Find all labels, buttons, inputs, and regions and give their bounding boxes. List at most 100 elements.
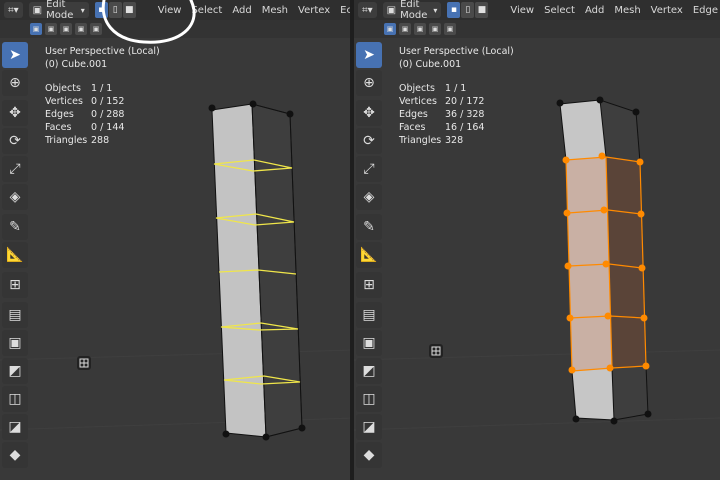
annotate-icon[interactable]: ✎ — [356, 214, 382, 240]
stat-row: Edges 36 / 328 — [399, 109, 485, 120]
mode-icon: ▣ — [32, 4, 43, 16]
face-select-icon[interactable]: ■ — [122, 2, 136, 18]
mesh-front-face-bottom — [572, 368, 614, 420]
stat-row: Triangles 288 — [45, 135, 110, 146]
select-mode-group: ▪ ▯ ■ — [447, 2, 489, 18]
select-invert-icon[interactable]: ▣ — [429, 23, 441, 35]
select-invert-icon[interactable]: ▣ — [75, 23, 87, 35]
rotate-icon[interactable]: ⟳ — [2, 128, 28, 154]
transform-icon[interactable]: ◈ — [356, 184, 382, 210]
view-perspective-label: User Perspective (Local) — [399, 46, 514, 57]
extrude-icon[interactable]: ▤ — [356, 302, 382, 328]
extrude-icon[interactable]: ▤ — [2, 302, 28, 328]
floor-grid — [354, 349, 720, 431]
menu-vertex[interactable]: Vertex — [649, 5, 685, 16]
select-mode-group: ▪ ▯ ■ — [94, 2, 136, 18]
stat-row: Faces 0 / 144 — [45, 122, 125, 133]
loop-cut-icon[interactable]: ◫ — [2, 386, 28, 412]
tool-options-bar-left: ▣ ▣ ▣ ▣ ▣ — [0, 20, 354, 38]
mode-dropdown[interactable]: ▣ Edit Mode ▾ — [28, 0, 89, 21]
loop-cut-icon[interactable]: ◫ — [356, 386, 382, 412]
measure-icon[interactable]: 📐 — [356, 242, 382, 268]
rotate-icon[interactable]: ⟳ — [356, 128, 382, 154]
stat-row: Edges 0 / 288 — [45, 109, 125, 120]
poly-build-icon[interactable]: ◆ — [356, 442, 382, 468]
viewport-header-right: ⌗▾ ▣ Edit Mode ▾ ▪ ▯ ■ View Select Add M… — [354, 0, 720, 21]
select-intersect-icon[interactable]: ▣ — [90, 23, 102, 35]
chevron-down-icon: ▾ — [80, 5, 85, 15]
knife-icon[interactable]: ◪ — [2, 414, 28, 440]
inset-icon[interactable]: ▣ — [356, 330, 382, 356]
vertex-select-icon[interactable]: ▪ — [447, 2, 461, 18]
cursor-icon[interactable]: ⊕ — [356, 70, 382, 96]
vertex-select-icon[interactable]: ▪ — [94, 2, 108, 18]
select-box-icon[interactable]: ➤ — [2, 42, 28, 68]
knife-icon[interactable]: ◪ — [356, 414, 382, 440]
light-icon[interactable] — [77, 356, 91, 370]
select-set-icon[interactable]: ▣ — [30, 23, 42, 35]
viewport-stats-overlay: User Perspective (Local) (0) Cube.001 Ob… — [399, 45, 514, 147]
mesh-front-face — [560, 100, 606, 160]
menu-add[interactable]: Add — [230, 5, 253, 16]
tool-options-bar-right: ▣ ▣ ▣ ▣ ▣ — [354, 20, 720, 38]
viewport-right[interactable]: ⌗▾ ▣ Edit Mode ▾ ▪ ▯ ■ View Select Add M… — [354, 0, 720, 480]
inset-icon[interactable]: ▣ — [2, 330, 28, 356]
mode-icon: ▣ — [386, 4, 397, 16]
stat-row: Faces 16 / 164 — [399, 122, 485, 133]
viewport-left[interactable]: ⌗▾ ▣ Edit Mode ▾ ▪ ▯ ■ View Select Add M… — [0, 0, 354, 480]
light-icon[interactable] — [429, 344, 443, 358]
edge-select-icon[interactable]: ▯ — [108, 2, 122, 18]
menu-view[interactable]: View — [508, 5, 536, 16]
select-box-icon[interactable]: ➤ — [356, 42, 382, 68]
menu-add[interactable]: Add — [583, 5, 606, 16]
menu-view[interactable]: View — [156, 5, 184, 16]
measure-icon[interactable]: 📐 — [2, 242, 28, 268]
stat-row: Vertices 20 / 172 — [399, 96, 485, 107]
editor-type-button[interactable]: ⌗▾ — [4, 2, 23, 18]
select-extend-icon[interactable]: ▣ — [399, 23, 411, 35]
scale-icon[interactable]: ⤢ — [2, 156, 28, 182]
stat-row: Objects 1 / 1 — [45, 83, 113, 94]
stat-row: Vertices 0 / 152 — [45, 96, 125, 107]
stats-table: Objects 1 / 1 Vertices 0 / 152 Edges 0 / 28… — [45, 82, 160, 147]
cursor-icon[interactable]: ⊕ — [2, 70, 28, 96]
chevron-down-icon: ▾ — [433, 5, 438, 15]
annotate-icon[interactable]: ✎ — [2, 214, 28, 240]
editor-type-button[interactable]: ⌗▾ — [358, 2, 377, 18]
mode-dropdown[interactable]: ▣ Edit Mode ▾ — [382, 0, 442, 21]
poly-build-icon[interactable]: ◆ — [2, 442, 28, 468]
add-cube-icon[interactable]: ⊞ — [356, 272, 382, 298]
menu-edge[interactable]: Edge — [691, 5, 720, 16]
viewport-header-left: ⌗▾ ▣ Edit Mode ▾ ▪ ▯ ■ View Select Add M… — [0, 0, 354, 21]
select-subtract-icon[interactable]: ▣ — [414, 23, 426, 35]
face-select-icon[interactable]: ■ — [475, 2, 489, 18]
menu-select[interactable]: Select — [189, 5, 224, 16]
view-perspective-label: User Perspective (Local) — [45, 46, 160, 57]
select-extend-icon[interactable]: ▣ — [45, 23, 57, 35]
add-cube-icon[interactable]: ⊞ — [2, 272, 28, 298]
scale-icon[interactable]: ⤢ — [356, 156, 382, 182]
toolbar-left: ➤ ⊕ ✥ ⟳ ⤢ ◈ ✎ 📐 ⊞ ▤ ▣ ◩ ◫ ◪ ◆ — [2, 42, 28, 470]
mesh-side-face-bottom — [612, 366, 648, 420]
stat-row: Objects 1 / 1 — [399, 83, 467, 94]
viewport-stats-overlay: User Perspective (Local) (0) Cube.001 Ob… — [45, 45, 160, 147]
edge-select-icon[interactable]: ▯ — [461, 2, 475, 18]
select-subtract-icon[interactable]: ▣ — [60, 23, 72, 35]
menu-select[interactable]: Select — [542, 5, 577, 16]
menu-mesh[interactable]: Mesh — [260, 5, 290, 16]
move-icon[interactable]: ✥ — [2, 100, 28, 126]
stat-row: Triangles 328 — [399, 135, 464, 146]
select-set-icon[interactable]: ▣ — [384, 23, 396, 35]
stats-table: Objects 1 / 1 Vertices 20 / 172 Edges 36 / … — [399, 82, 514, 147]
move-icon[interactable]: ✥ — [356, 100, 382, 126]
select-intersect-icon[interactable]: ▣ — [444, 23, 456, 35]
menu-mesh[interactable]: Mesh — [612, 5, 642, 16]
transform-icon[interactable]: ◈ — [2, 184, 28, 210]
toolbar-right: ➤ ⊕ ✥ ⟳ ⤢ ◈ ✎ 📐 ⊞ ▤ ▣ ◩ ◫ ◪ ◆ — [356, 42, 382, 470]
menu-vertex[interactable]: Vertex — [296, 5, 332, 16]
active-object-label: (0) Cube.001 — [399, 59, 462, 70]
selected-side-faces — [606, 157, 646, 368]
bevel-icon[interactable]: ◩ — [356, 358, 382, 384]
active-object-label: (0) Cube.001 — [45, 59, 108, 70]
bevel-icon[interactable]: ◩ — [2, 358, 28, 384]
